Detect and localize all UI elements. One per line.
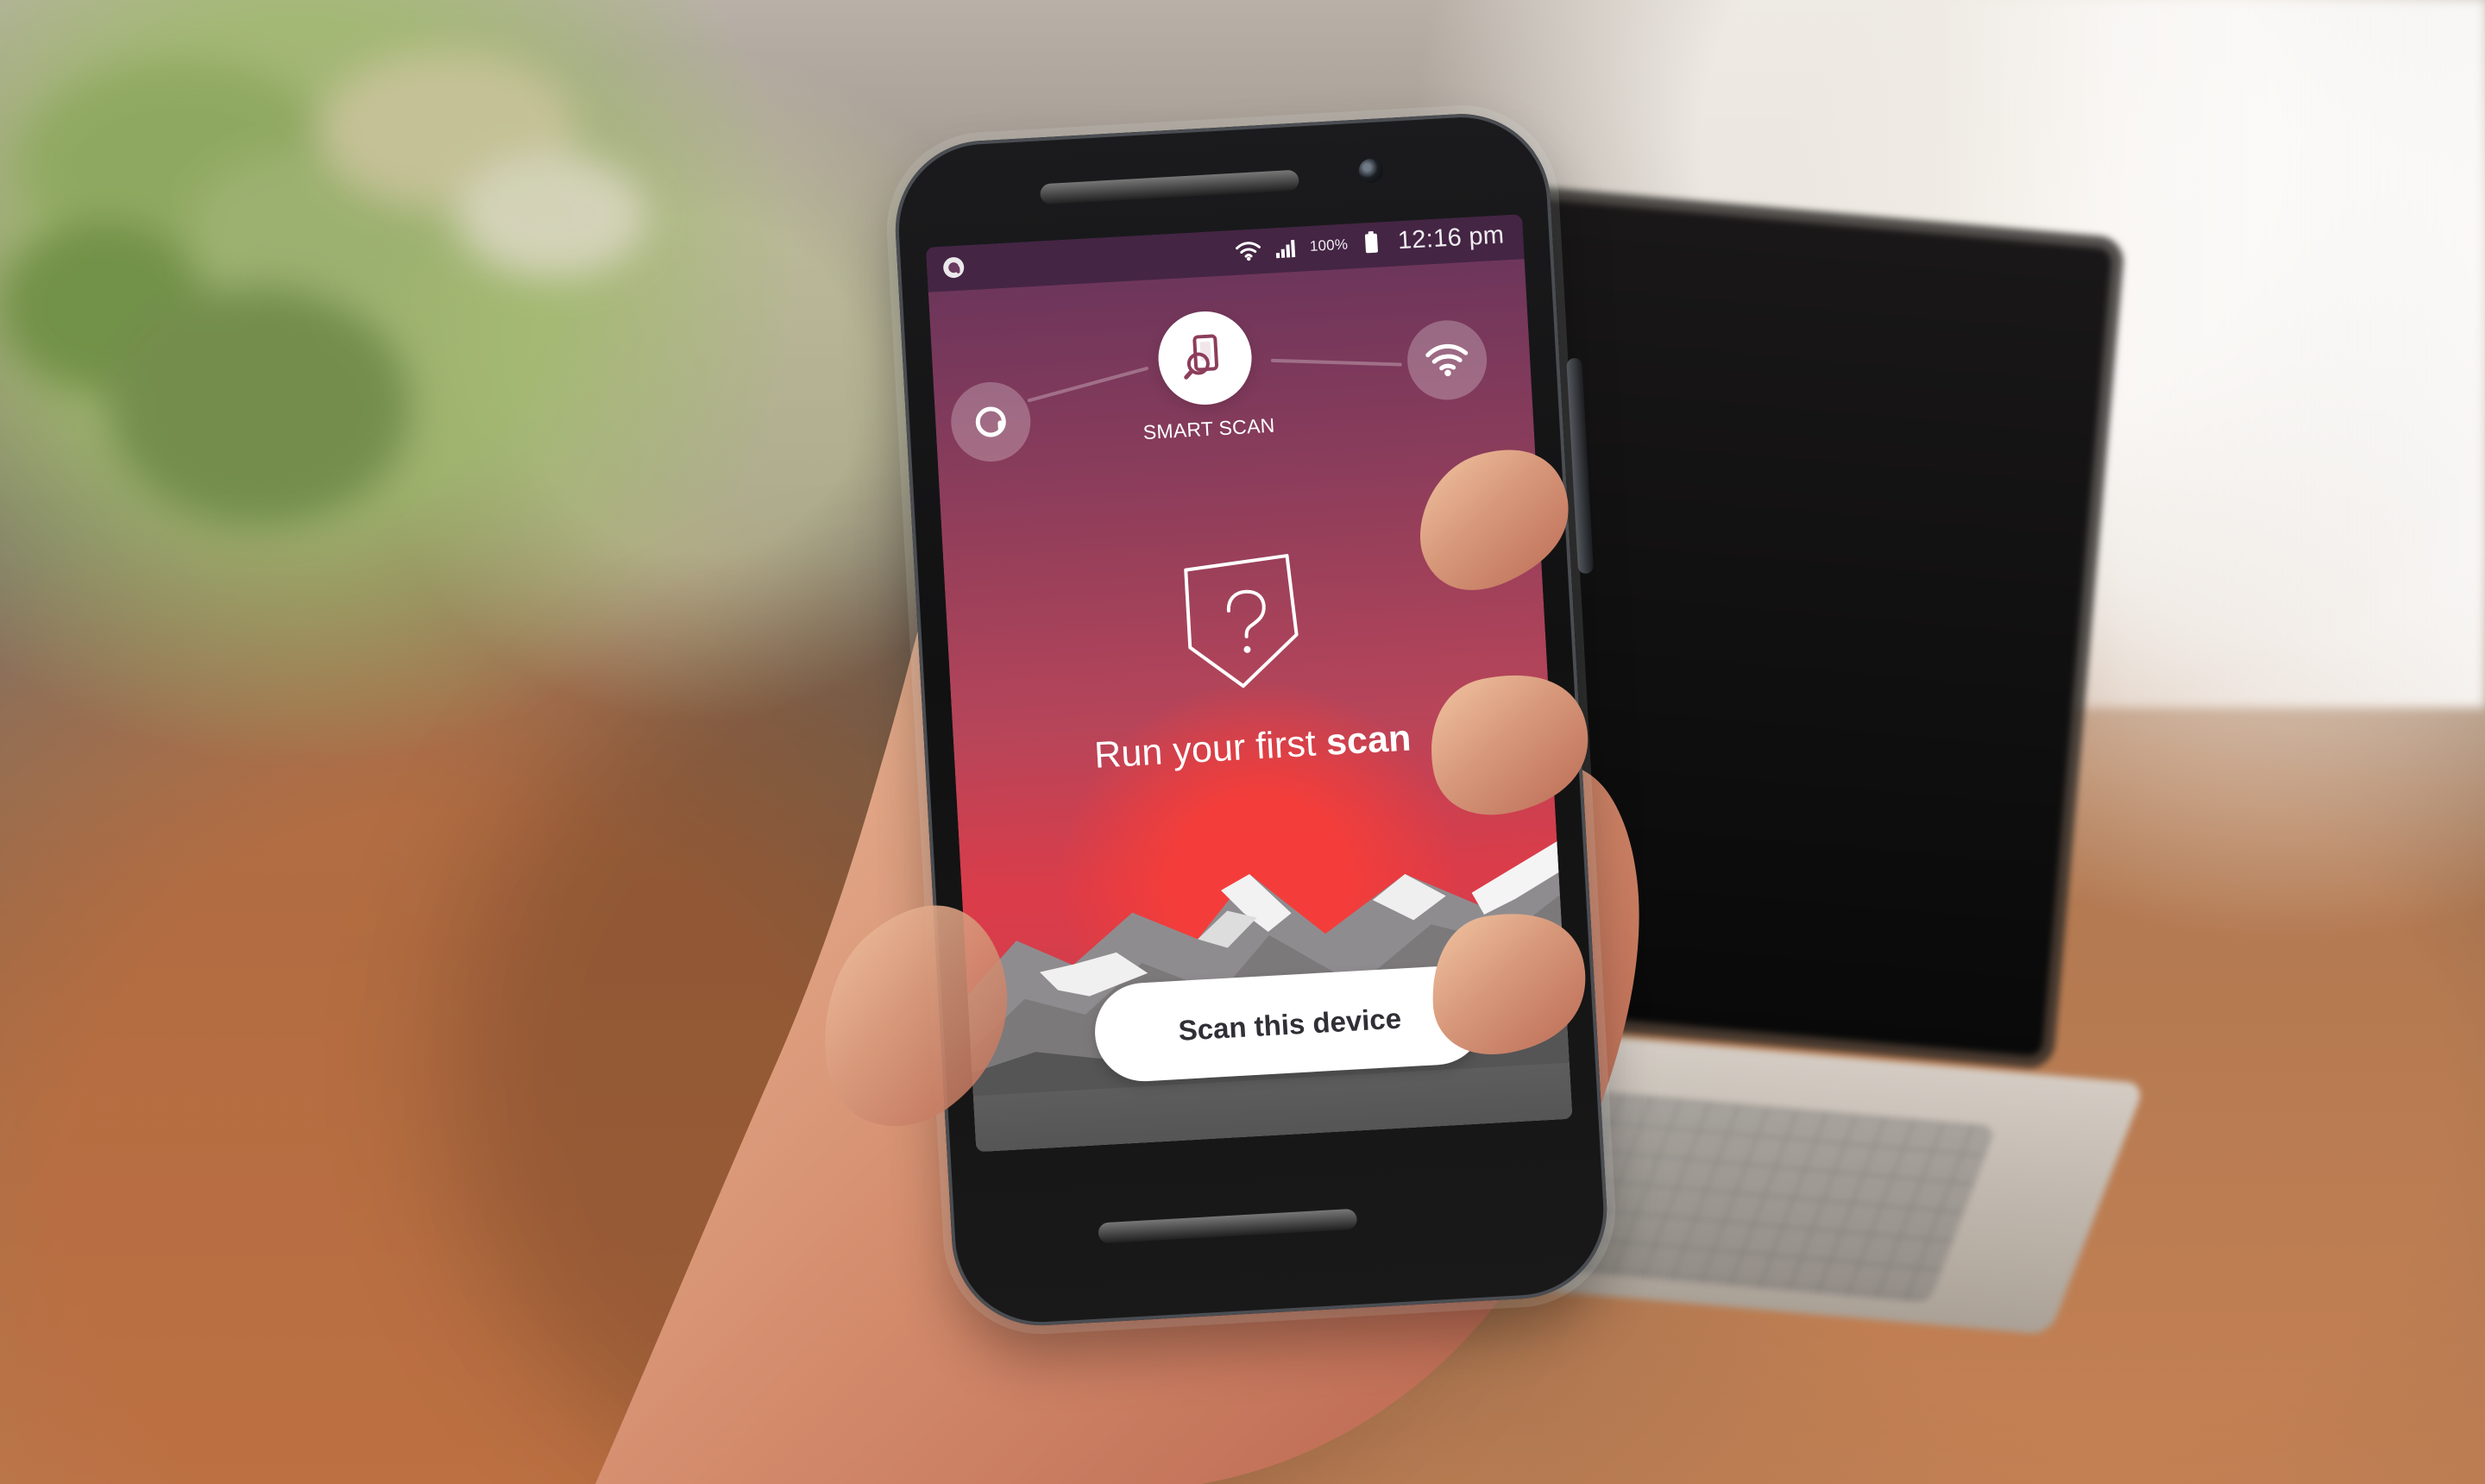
smart-scan-button[interactable]: [1155, 309, 1255, 407]
left-node[interactable]: [948, 380, 1033, 464]
phone-device: 100% 12:16 pm SMART SCAN Run your first …: [890, 106, 1663, 1330]
front-camera-icon: [1357, 158, 1384, 184]
scan-device-button-label: Scan this device: [1177, 1002, 1402, 1047]
headline-part-2: scan: [1324, 717, 1412, 764]
smart-scan-label: SMART SCAN: [1142, 413, 1276, 444]
battery-percentage: 100%: [1309, 236, 1349, 255]
question-shield-icon: [1184, 554, 1299, 689]
main-heading: Run your first scan: [953, 709, 1552, 785]
status-bar: 100% 12:16 pm: [925, 214, 1525, 292]
top-speaker: [1040, 169, 1299, 205]
right-node[interactable]: [1405, 318, 1489, 402]
app-logo-icon: [943, 257, 965, 279]
headline-part-1: Run your first: [1092, 721, 1328, 777]
status-right-group: 100% 12:16 pm: [1233, 221, 1505, 264]
signal-icon: [1276, 239, 1296, 258]
app-screen: 100% 12:16 pm SMART SCAN Run your first …: [925, 214, 1573, 1153]
right-connector: [1270, 358, 1402, 367]
wifi-icon: [1425, 343, 1469, 377]
wifi-icon: [1236, 241, 1261, 261]
phone-body: 100% 12:16 pm SMART SCAN Run your first …: [890, 109, 1612, 1330]
device-search-icon: [1184, 334, 1219, 380]
left-connector: [1027, 366, 1149, 403]
photo-scene: 100% 12:16 pm SMART SCAN Run your first …: [0, 0, 2485, 1484]
bottom-speaker: [1098, 1208, 1358, 1244]
clock-time: 12:16 pm: [1397, 221, 1506, 255]
side-button: [1566, 357, 1595, 575]
app-logo-icon: [975, 406, 1006, 437]
battery-icon: [1364, 230, 1378, 253]
